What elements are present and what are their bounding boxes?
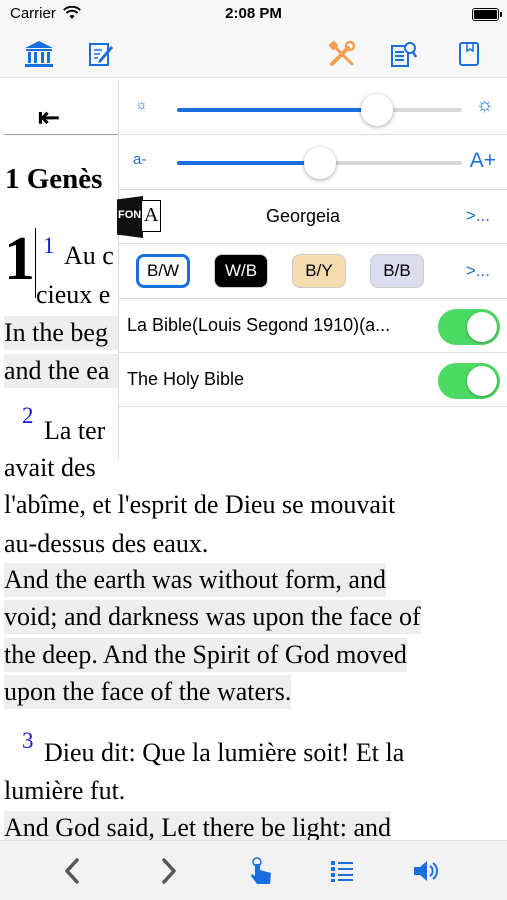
verse-translation: In the beg [4, 316, 118, 350]
edit-icon[interactable] [85, 38, 117, 70]
font-more-button[interactable]: >... [466, 206, 490, 226]
font-family-row[interactable]: FON A Georgeia >... [117, 190, 507, 244]
theme-row: B/W W/B B/Y B/B >... [119, 244, 507, 299]
top-toolbar [0, 30, 507, 78]
verse-translation: And God said, Let there be light: and [4, 811, 392, 840]
chevron-right-icon[interactable] [153, 855, 185, 887]
font-larger-button[interactable]: A+ [470, 149, 496, 173]
brightness-slider[interactable] [177, 108, 462, 112]
verse-text: Au c [64, 241, 114, 270]
book-title: 1 Genès [5, 163, 103, 195]
verse-number[interactable]: 3 [22, 728, 34, 754]
reader-settings-panel: ☼ ☼ a- A+ FON A Georgeia >... B/W W/B B/… [117, 80, 507, 460]
font-size-slider-thumb[interactable] [303, 147, 336, 179]
verse-text: Dieu dit: Que la lumière soit! Et la [44, 738, 405, 767]
chapter-number: 1 [4, 225, 35, 293]
clock: 2:08 PM [225, 5, 282, 22]
font-icon: FON A [117, 196, 163, 238]
font-smaller-button[interactable]: a- [133, 151, 146, 168]
verse-translation: void; and darkness was upon the face of [4, 600, 421, 634]
theme-bb-button[interactable]: B/B [370, 254, 424, 288]
divider [4, 134, 134, 135]
status-bar: Carrier 2:08 PM [0, 0, 507, 30]
tools-icon[interactable] [326, 38, 358, 70]
brightness-slider-thumb[interactable] [360, 94, 393, 126]
bible-row: La Bible(Louis Segond 1910)(a... [119, 299, 507, 353]
font-size-row: a- A+ [119, 135, 507, 190]
verse-number[interactable]: 2 [22, 403, 34, 429]
brightness-row: ☼ ☼ [119, 80, 507, 135]
verse-translation: the deep. And the Spirit of God moved [4, 638, 407, 672]
bible-row: The Holy Bible [119, 353, 507, 407]
bible-toggle[interactable] [438, 309, 500, 345]
verse-text: l'abîme, et l'esprit de Dieu se mouvait [4, 490, 396, 519]
theme-more-button[interactable]: >... [466, 261, 490, 281]
verse-text: au-dessus des eaux. [4, 529, 209, 558]
theme-by-button[interactable]: B/Y [292, 254, 346, 288]
verse-translation: And the earth was without form, and [4, 563, 386, 597]
verse-text: avait des [4, 453, 96, 482]
bookmark-icon[interactable] [453, 38, 485, 70]
speaker-icon[interactable] [410, 855, 442, 887]
bank-icon[interactable] [23, 38, 55, 70]
tap-icon[interactable] [245, 855, 277, 887]
verse-text: lumière fut. [4, 776, 126, 805]
back-to-start-icon[interactable]: ⇤ [38, 103, 60, 133]
bible-label: The Holy Bible [127, 369, 245, 389]
theme-wb-button[interactable]: W/B [214, 254, 268, 288]
bible-label: La Bible(Louis Segond 1910)(a... [127, 315, 391, 335]
brightness-low-icon: ☼ [135, 96, 148, 112]
verse-text: cieux e [36, 280, 111, 309]
search-settings-icon[interactable] [388, 38, 420, 70]
bible-toggle[interactable] [438, 363, 500, 399]
verse-translation: upon the face of the waters. [4, 675, 292, 709]
chevron-left-icon[interactable] [56, 855, 88, 887]
verse-number[interactable]: 1 [43, 233, 55, 259]
brightness-high-icon: ☼ [475, 94, 494, 116]
verse-text: La ter [44, 416, 106, 445]
verse-translation: and the ea [4, 354, 118, 388]
bottom-toolbar [0, 840, 507, 900]
battery-icon [472, 8, 502, 21]
font-name: Georgeia [266, 206, 341, 226]
theme-bw-button[interactable]: B/W [136, 254, 190, 288]
list-icon[interactable] [326, 855, 358, 887]
